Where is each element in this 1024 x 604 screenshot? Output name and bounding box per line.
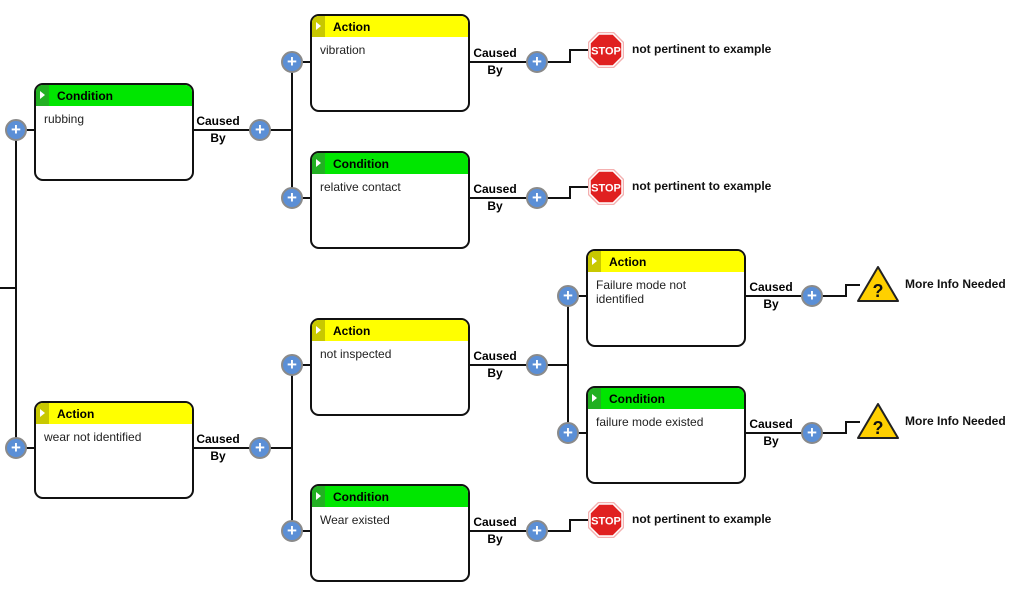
terminal-label: not pertinent to example — [632, 179, 772, 193]
terminal-label: More Info Needed — [905, 414, 1006, 428]
add-cause-button[interactable]: + — [801, 422, 823, 444]
svg-text:?: ? — [873, 418, 884, 438]
add-cause-button[interactable]: + — [281, 354, 303, 376]
plus-icon: + — [255, 120, 265, 139]
stop-sign-icon: STOP — [588, 169, 624, 205]
caused-by-label: Caused By — [473, 182, 517, 213]
add-cause-button[interactable]: + — [526, 520, 548, 542]
plus-icon: + — [563, 423, 573, 442]
node-header: Action — [312, 16, 468, 37]
svg-text:STOP: STOP — [591, 46, 621, 58]
stop-sign-icon: STOP — [588, 502, 624, 538]
expand-arrow-icon[interactable] — [312, 320, 325, 341]
plus-icon: + — [807, 286, 817, 305]
node-text: not inspected — [320, 347, 392, 361]
caused-by-label: Caused By — [749, 417, 793, 448]
expand-arrow-icon[interactable] — [312, 486, 325, 507]
caused-by-label: Caused By — [749, 280, 793, 311]
svg-text:STOP: STOP — [591, 516, 621, 528]
node-text: wear not identified — [44, 430, 142, 444]
caused-by-label: Caused By — [473, 515, 517, 546]
node-text: vibration — [320, 43, 366, 57]
node-text: Wear existed — [320, 513, 390, 527]
plus-icon: + — [287, 521, 297, 540]
expand-arrow-icon[interactable] — [312, 153, 325, 174]
plus-icon: + — [11, 438, 21, 457]
node-text: failure mode existed — [596, 415, 704, 429]
node-text: rubbing — [44, 112, 85, 126]
node-type: Action — [333, 19, 371, 34]
expand-arrow-icon[interactable] — [36, 85, 49, 106]
node-condition[interactable]: Condition relative contact — [310, 151, 470, 249]
expand-arrow-icon[interactable] — [312, 16, 325, 37]
add-cause-button[interactable]: + — [801, 285, 823, 307]
terminal-label: not pertinent to example — [632, 42, 772, 56]
plus-icon: + — [532, 521, 542, 540]
stop-sign-icon: STOP — [588, 32, 624, 68]
svg-text:STOP: STOP — [591, 183, 621, 195]
node-condition[interactable]: Condition Wear existed — [310, 484, 470, 582]
node-type: Condition — [57, 88, 113, 103]
plus-icon: + — [287, 188, 297, 207]
add-cause-button[interactable]: + — [281, 51, 303, 73]
plus-icon: + — [11, 120, 21, 139]
plus-icon: + — [532, 52, 542, 71]
add-cause-button[interactable]: + — [5, 437, 27, 459]
node-condition[interactable]: Condition failure mode existed — [586, 386, 746, 484]
node-type: Action — [333, 323, 371, 338]
node-header: Condition — [312, 486, 468, 507]
caused-by-label: Caused By — [196, 114, 240, 145]
node-condition[interactable]: Condition rubbing — [34, 83, 194, 181]
plus-icon: + — [287, 355, 297, 374]
caused-by-label: Caused By — [473, 46, 517, 77]
node-header: Action — [588, 251, 744, 272]
node-text: relative contact — [320, 180, 401, 194]
plus-icon: + — [807, 423, 817, 442]
add-cause-button[interactable]: + — [526, 51, 548, 73]
node-header: Condition — [36, 85, 192, 106]
node-header: Condition — [588, 388, 744, 409]
add-cause-button[interactable]: + — [526, 187, 548, 209]
node-type: Action — [57, 406, 95, 421]
node-type: Condition — [333, 489, 389, 504]
terminal-label: not pertinent to example — [632, 512, 772, 526]
node-type: Condition — [609, 391, 665, 406]
add-cause-button[interactable]: + — [249, 119, 271, 141]
node-action[interactable]: Action wear not identified — [34, 401, 194, 499]
node-action[interactable]: Action Failure mode not identified — [586, 249, 746, 347]
add-cause-button[interactable]: + — [557, 422, 579, 444]
warning-question-icon: ? — [857, 266, 899, 302]
node-text: Failure mode not identified — [596, 278, 687, 306]
node-header: Condition — [312, 153, 468, 174]
expand-arrow-icon[interactable] — [588, 388, 601, 409]
node-type: Condition — [333, 156, 389, 171]
node-action[interactable]: Action not inspected — [310, 318, 470, 416]
caused-by-label: Caused By — [473, 349, 517, 380]
node-action[interactable]: Action vibration — [310, 14, 470, 112]
terminal-label: More Info Needed — [905, 277, 1006, 291]
plus-icon: + — [287, 52, 297, 71]
add-cause-button[interactable]: + — [557, 285, 579, 307]
node-type: Action — [609, 254, 647, 269]
caused-by-label: Caused By — [196, 432, 240, 463]
expand-arrow-icon[interactable] — [588, 251, 601, 272]
expand-arrow-icon[interactable] — [36, 403, 49, 424]
plus-icon: + — [255, 438, 265, 457]
plus-icon: + — [563, 286, 573, 305]
node-header: Action — [36, 403, 192, 424]
add-cause-button[interactable]: + — [5, 119, 27, 141]
node-header: Action — [312, 320, 468, 341]
add-cause-button[interactable]: + — [526, 354, 548, 376]
svg-text:?: ? — [873, 281, 884, 301]
add-cause-button[interactable]: + — [249, 437, 271, 459]
plus-icon: + — [532, 355, 542, 374]
add-cause-button[interactable]: + — [281, 187, 303, 209]
warning-question-icon: ? — [857, 403, 899, 439]
plus-icon: + — [532, 188, 542, 207]
add-cause-button[interactable]: + — [281, 520, 303, 542]
